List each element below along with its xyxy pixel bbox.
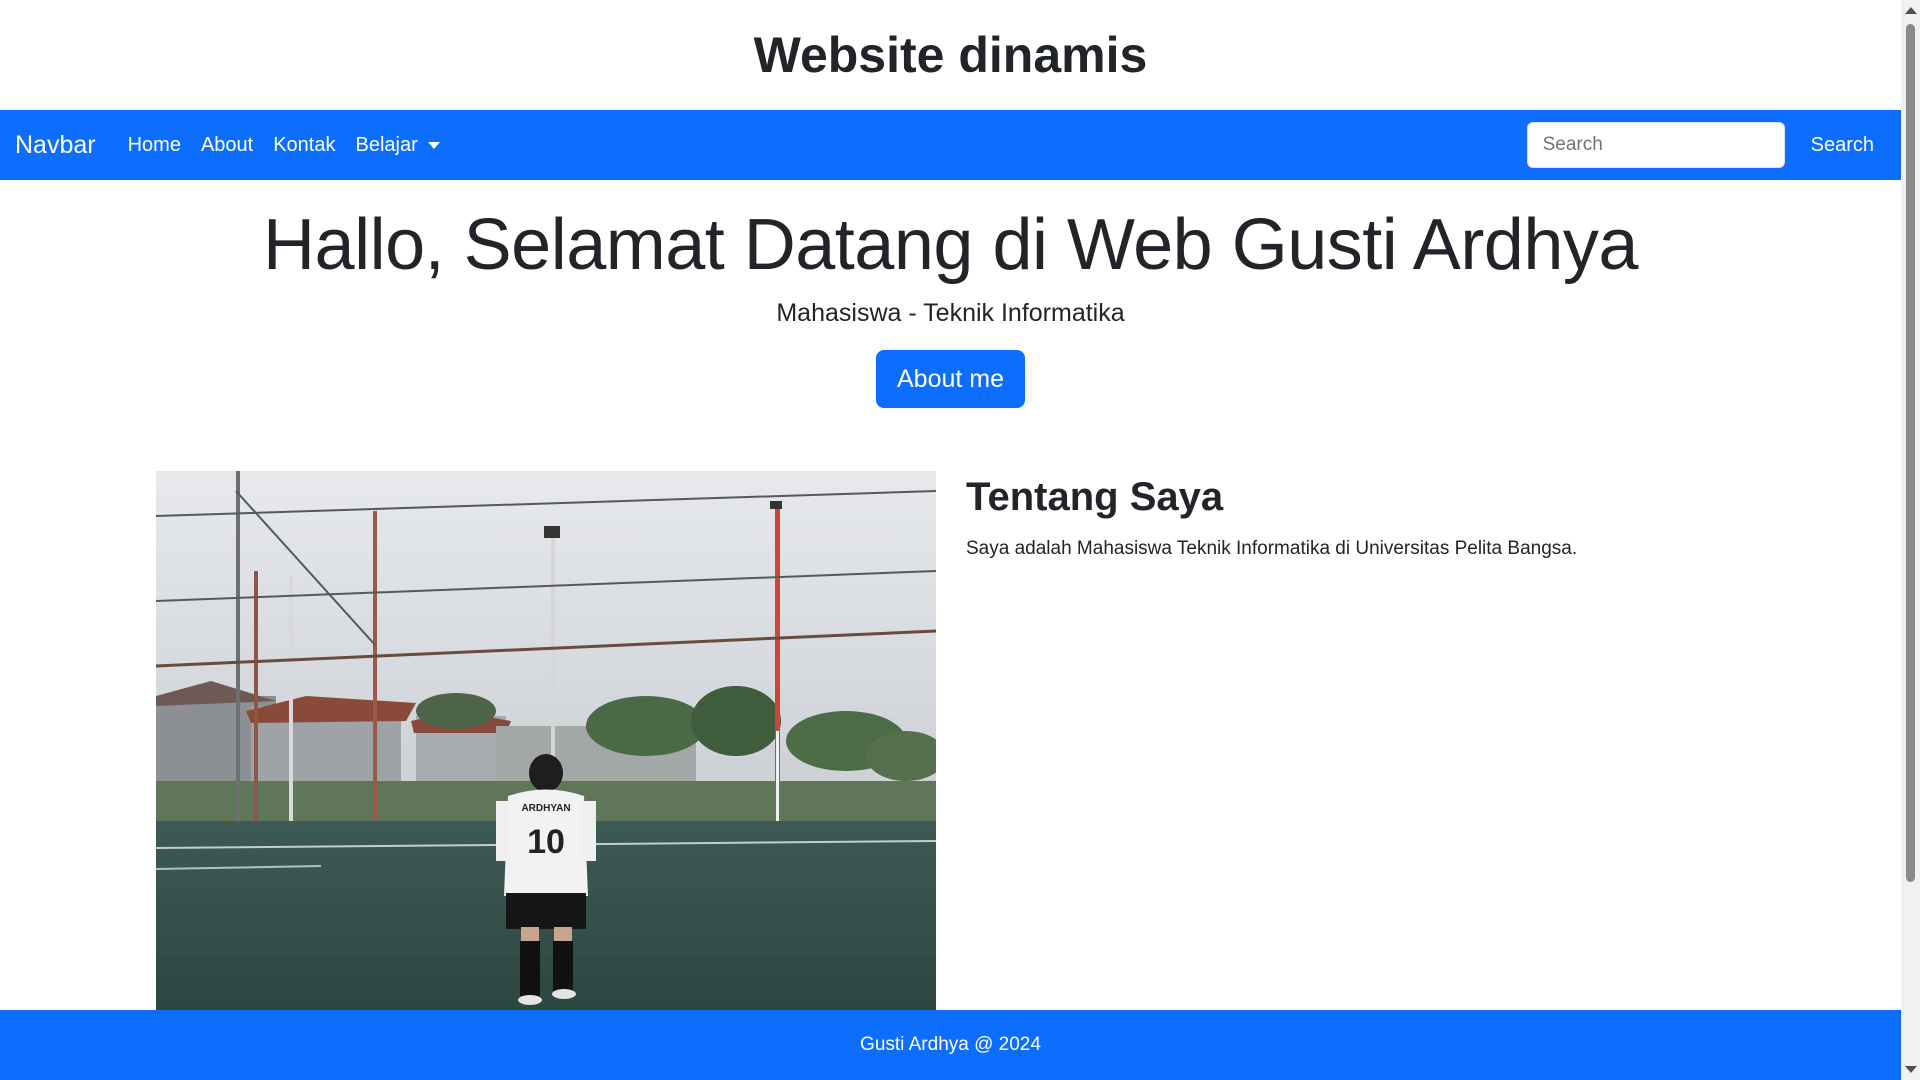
nav-links: Home About Kontak Belajar <box>118 134 450 157</box>
nav-link-about-label: About <box>200 133 254 156</box>
about-me-button[interactable]: About me <box>875 350 1025 409</box>
hero-title: Hallo, Selamat Datang di Web Gusti Ardhy… <box>263 205 1638 285</box>
site-title: Website dinamis <box>753 27 1148 83</box>
search-button[interactable]: Search <box>1799 126 1886 165</box>
about-section: ARDHYAN 10 Tentang Saya Saya adalah Maha… <box>156 471 1756 1011</box>
nav-link-home[interactable]: Home <box>118 134 191 157</box>
nav-link-about[interactable]: About <box>191 134 263 157</box>
hero-subtitle: Mahasiswa - Teknik Informatika <box>776 299 1125 328</box>
hero: Hallo, Selamat Datang di Web Gusti Ardhy… <box>0 180 1901 409</box>
nav-dropdown-belajar-label: Belajar <box>355 133 418 156</box>
nav-dropdown-belajar[interactable]: Belajar <box>345 134 449 157</box>
scrollbar-thumb[interactable] <box>1906 24 1915 882</box>
jersey-name: ARDHYAN <box>521 803 570 814</box>
about-heading: Tentang Saya <box>966 475 1224 519</box>
about-paragraph: Saya adalah Mahasiswa Teknik Informatika… <box>966 538 1578 559</box>
caret-down-icon <box>427 141 440 149</box>
scroll-up-arrow-icon[interactable] <box>1905 7 1917 14</box>
footer: Gusti Ardhya @ 2024 <box>0 1010 1901 1080</box>
profile-photo: ARDHYAN 10 <box>156 471 936 1011</box>
jersey-number: 10 <box>527 823 565 861</box>
profile-photo-image: ARDHYAN 10 <box>156 471 936 1011</box>
page: Website dinamis Navbar Home About Kontak… <box>0 0 1901 1080</box>
navbar: Navbar Home About Kontak Belajar Search <box>0 110 1901 180</box>
footer-text: Gusti Ardhya @ 2024 <box>860 1034 1041 1055</box>
search-input[interactable] <box>1526 122 1785 168</box>
navbar-brand[interactable]: Navbar <box>15 131 96 160</box>
site-header: Website dinamis <box>0 0 1901 110</box>
nav-link-kontak[interactable]: Kontak <box>263 134 345 157</box>
vertical-scrollbar[interactable] <box>1901 0 1920 1080</box>
scroll-down-arrow-icon[interactable] <box>1905 1066 1917 1073</box>
nav-link-home-label: Home <box>127 133 181 156</box>
nav-link-kontak-label: Kontak <box>273 133 336 156</box>
about-text: Tentang Saya Saya adalah Mahasiswa Tekni… <box>966 471 1746 560</box>
